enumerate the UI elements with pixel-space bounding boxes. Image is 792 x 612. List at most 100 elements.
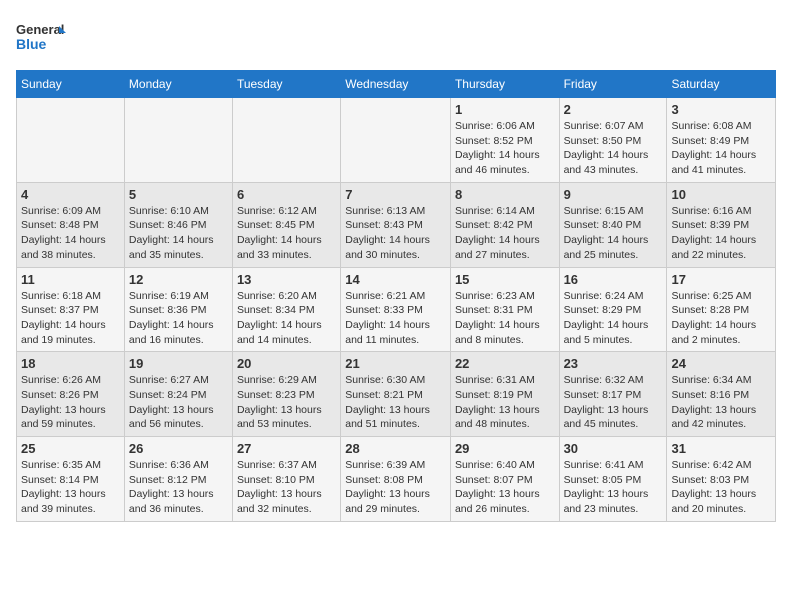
day-number: 7 [345,187,446,202]
calendar-cell: 29 Sunrise: 6:40 AMSunset: 8:07 PMDayligh… [450,437,559,522]
week-row-1: 1 Sunrise: 6:06 AMSunset: 8:52 PMDaylight… [17,98,776,183]
day-number: 2 [564,102,663,117]
weekday-tuesday: Tuesday [232,71,340,98]
day-number: 26 [129,441,228,456]
weekday-friday: Friday [559,71,667,98]
calendar-cell [341,98,451,183]
calendar-cell: 14 Sunrise: 6:21 AMSunset: 8:33 PMDayligh… [341,267,451,352]
day-info: Sunrise: 6:19 AMSunset: 8:36 PMDaylight:… [129,289,228,348]
calendar-cell: 10 Sunrise: 6:16 AMSunset: 8:39 PMDayligh… [667,182,776,267]
weekday-monday: Monday [124,71,232,98]
calendar-cell: 8 Sunrise: 6:14 AMSunset: 8:42 PMDaylight… [450,182,559,267]
day-info: Sunrise: 6:32 AMSunset: 8:17 PMDaylight:… [564,373,663,432]
calendar-cell: 23 Sunrise: 6:32 AMSunset: 8:17 PMDayligh… [559,352,667,437]
calendar-cell: 13 Sunrise: 6:20 AMSunset: 8:34 PMDayligh… [232,267,340,352]
day-info: Sunrise: 6:27 AMSunset: 8:24 PMDaylight:… [129,373,228,432]
day-number: 10 [671,187,771,202]
day-info: Sunrise: 6:39 AMSunset: 8:08 PMDaylight:… [345,458,446,517]
day-number: 5 [129,187,228,202]
day-info: Sunrise: 6:18 AMSunset: 8:37 PMDaylight:… [21,289,120,348]
day-info: Sunrise: 6:12 AMSunset: 8:45 PMDaylight:… [237,204,336,263]
day-number: 17 [671,272,771,287]
day-info: Sunrise: 6:37 AMSunset: 8:10 PMDaylight:… [237,458,336,517]
day-number: 18 [21,356,120,371]
day-number: 12 [129,272,228,287]
day-number: 1 [455,102,555,117]
day-number: 30 [564,441,663,456]
calendar-cell: 16 Sunrise: 6:24 AMSunset: 8:29 PMDayligh… [559,267,667,352]
day-info: Sunrise: 6:10 AMSunset: 8:46 PMDaylight:… [129,204,228,263]
day-number: 23 [564,356,663,371]
day-number: 19 [129,356,228,371]
day-info: Sunrise: 6:07 AMSunset: 8:50 PMDaylight:… [564,119,663,178]
day-number: 11 [21,272,120,287]
calendar-cell: 30Sunrise: 6:41 AMSunset: 8:05 PMDayligh… [559,437,667,522]
weekday-wednesday: Wednesday [341,71,451,98]
day-number: 16 [564,272,663,287]
calendar-cell [232,98,340,183]
calendar-cell: 22Sunrise: 6:31 AMSunset: 8:19 PMDayligh… [450,352,559,437]
calendar-cell: 4Sunrise: 6:09 AMSunset: 8:48 PMDaylight… [17,182,125,267]
day-number: 14 [345,272,446,287]
calendar-cell: 15Sunrise: 6:23 AMSunset: 8:31 PMDayligh… [450,267,559,352]
calendar-cell: 7 Sunrise: 6:13 AMSunset: 8:43 PMDaylight… [341,182,451,267]
svg-text:General: General [16,22,64,37]
calendar-cell: 18 Sunrise: 6:26 AMSunset: 8:26 PMDayligh… [17,352,125,437]
day-info: Sunrise: 6:31 AMSunset: 8:19 PMDaylight:… [455,373,555,432]
day-info: Sunrise: 6:14 AMSunset: 8:42 PMDaylight:… [455,204,555,263]
calendar-cell: 9 Sunrise: 6:15 AMSunset: 8:40 PMDaylight… [559,182,667,267]
day-number: 6 [237,187,336,202]
svg-text:Blue: Blue [16,36,47,52]
day-info: Sunrise: 6:06 AMSunset: 8:52 PMDaylight:… [455,119,555,178]
calendar-cell: 28Sunrise: 6:39 AMSunset: 8:08 PMDayligh… [341,437,451,522]
day-number: 27 [237,441,336,456]
day-info: Sunrise: 6:16 AMSunset: 8:39 PMDaylight:… [671,204,771,263]
day-number: 21 [345,356,446,371]
day-number: 25 [21,441,120,456]
week-row-4: 18 Sunrise: 6:26 AMSunset: 8:26 PMDayligh… [17,352,776,437]
calendar-cell: 3 Sunrise: 6:08 AMSunset: 8:49 PMDaylight… [667,98,776,183]
weekday-saturday: Saturday [667,71,776,98]
day-info: Sunrise: 6:08 AMSunset: 8:49 PMDaylight:… [671,119,771,178]
calendar-cell: 17 Sunrise: 6:25 AMSunset: 8:28 PMDayligh… [667,267,776,352]
day-info: Sunrise: 6:42 AMSunset: 8:03 PMDaylight:… [671,458,771,517]
day-number: 15 [455,272,555,287]
day-info: Sunrise: 6:35 AMSunset: 8:14 PMDaylight:… [21,458,120,517]
day-info: Sunrise: 6:36 AMSunset: 8:12 PMDaylight:… [129,458,228,517]
day-info: Sunrise: 6:40 AMSunset: 8:07 PMDaylight:… [455,458,555,517]
day-info: Sunrise: 6:25 AMSunset: 8:28 PMDaylight:… [671,289,771,348]
day-info: Sunrise: 6:34 AMSunset: 8:16 PMDaylight:… [671,373,771,432]
day-info: Sunrise: 6:20 AMSunset: 8:34 PMDaylight:… [237,289,336,348]
calendar-cell: 26 Sunrise: 6:36 AMSunset: 8:12 PMDayligh… [124,437,232,522]
day-info: Sunrise: 6:13 AMSunset: 8:43 PMDaylight:… [345,204,446,263]
week-row-3: 11 Sunrise: 6:18 AMSunset: 8:37 PMDayligh… [17,267,776,352]
calendar-cell: 24 Sunrise: 6:34 AMSunset: 8:16 PMDayligh… [667,352,776,437]
calendar-body: 1 Sunrise: 6:06 AMSunset: 8:52 PMDaylight… [17,98,776,522]
day-number: 31 [671,441,771,456]
day-info: Sunrise: 6:24 AMSunset: 8:29 PMDaylight:… [564,289,663,348]
day-number: 3 [671,102,771,117]
day-number: 8 [455,187,555,202]
calendar-cell [17,98,125,183]
calendar-cell: 21Sunrise: 6:30 AMSunset: 8:21 PMDayligh… [341,352,451,437]
calendar-cell: 1 Sunrise: 6:06 AMSunset: 8:52 PMDaylight… [450,98,559,183]
logo: General Blue [16,16,66,58]
day-number: 20 [237,356,336,371]
day-number: 29 [455,441,555,456]
day-info: Sunrise: 6:15 AMSunset: 8:40 PMDaylight:… [564,204,663,263]
day-number: 9 [564,187,663,202]
calendar-cell: 12 Sunrise: 6:19 AMSunset: 8:36 PMDayligh… [124,267,232,352]
logo-svg: General Blue [16,16,66,58]
week-row-2: 4Sunrise: 6:09 AMSunset: 8:48 PMDaylight… [17,182,776,267]
day-number: 24 [671,356,771,371]
calendar-cell: 27 Sunrise: 6:37 AMSunset: 8:10 PMDayligh… [232,437,340,522]
day-number: 13 [237,272,336,287]
weekday-sunday: Sunday [17,71,125,98]
calendar-cell: 19 Sunrise: 6:27 AMSunset: 8:24 PMDayligh… [124,352,232,437]
calendar-table: SundayMondayTuesdayWednesdayThursdayFrid… [16,70,776,522]
day-info: Sunrise: 6:26 AMSunset: 8:26 PMDaylight:… [21,373,120,432]
day-info: Sunrise: 6:21 AMSunset: 8:33 PMDaylight:… [345,289,446,348]
calendar-cell: 5 Sunrise: 6:10 AMSunset: 8:46 PMDaylight… [124,182,232,267]
calendar-cell: 11 Sunrise: 6:18 AMSunset: 8:37 PMDayligh… [17,267,125,352]
calendar-cell: 31 Sunrise: 6:42 AMSunset: 8:03 PMDayligh… [667,437,776,522]
